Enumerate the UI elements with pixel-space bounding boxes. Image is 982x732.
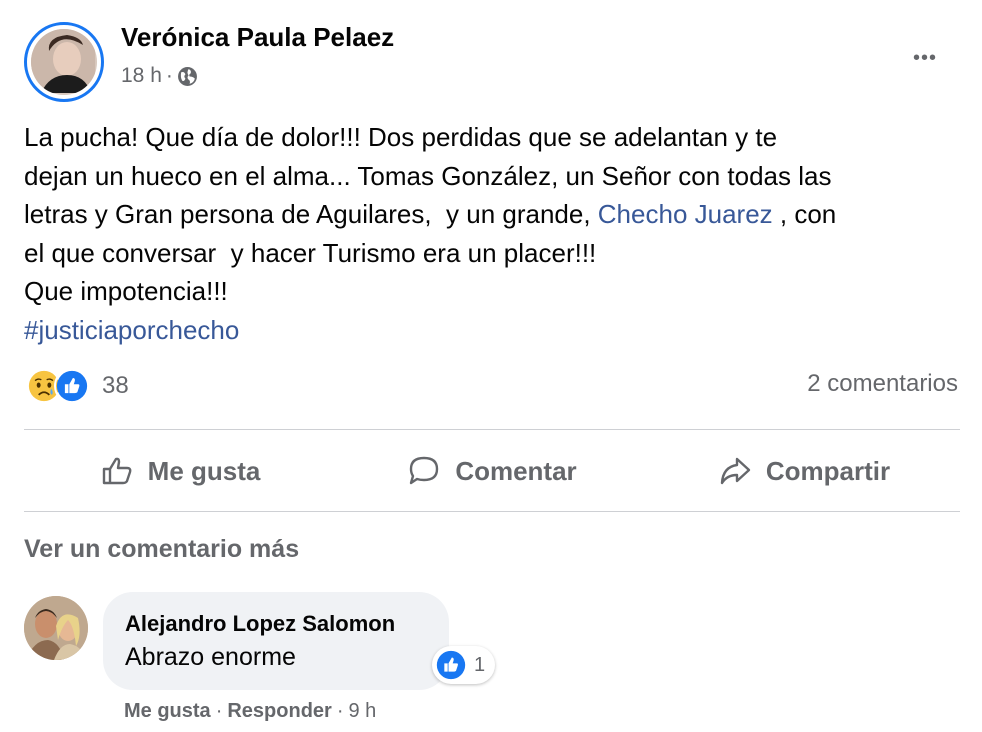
commenter-avatar[interactable] xyxy=(24,596,88,660)
comment-reactions[interactable]: 1 xyxy=(432,646,496,684)
comments-count-link[interactable]: 2 comentarios xyxy=(807,370,958,398)
like-label: Me gusta xyxy=(147,455,261,486)
like-icon xyxy=(436,650,466,680)
share-icon xyxy=(720,457,751,485)
comment-button[interactable]: Comentar xyxy=(336,432,648,510)
post-text-segment: letras y Gran persona de Aguilares, y un… xyxy=(24,199,598,229)
comment-time[interactable]: 9 h xyxy=(349,700,377,723)
divider-bottom xyxy=(24,511,960,512)
like-icon xyxy=(54,368,90,404)
thumbs-up-icon xyxy=(102,457,132,485)
post-text-line: letras y Gran persona de Aguilares, y un… xyxy=(24,195,954,234)
author-avatar[interactable] xyxy=(24,22,104,102)
share-button[interactable]: Compartir xyxy=(648,432,960,510)
post-text-line: La pucha! Que día de dolor!!! Dos perdid… xyxy=(24,122,778,152)
post-author-name[interactable]: Verónica Paula Pelaez xyxy=(121,22,394,53)
view-more-comments-link[interactable]: Ver un comentario más xyxy=(24,535,299,564)
post-text-line: el que conversar y hacer Turismo era un … xyxy=(24,237,597,268)
comment-icon xyxy=(410,456,439,485)
like-button[interactable]: Me gusta xyxy=(24,432,336,510)
more-options-button[interactable]: ••• xyxy=(900,40,950,76)
divider-top xyxy=(24,429,960,430)
more-dots-icon: ••• xyxy=(912,46,937,69)
comment-text: Abrazo enorme xyxy=(125,643,296,671)
reaction-count: 38 xyxy=(102,372,129,399)
globe-icon[interactable] xyxy=(177,66,198,87)
comment-label: Comentar xyxy=(455,455,577,486)
post-text: La pucha! Que día de dolor!!! Dos perdid… xyxy=(24,118,954,349)
post-actions-bar: Me gusta Comentar Compartir xyxy=(24,432,960,510)
reactions-summary[interactable]: 38 xyxy=(26,368,129,404)
share-label: Compartir xyxy=(765,455,891,486)
avatar-photo xyxy=(31,29,97,95)
post-text-line: Que impotencia!!! xyxy=(24,276,228,306)
comment-actions: Me gusta · Responder · 9 h xyxy=(124,700,376,723)
comment-reply-button[interactable]: Responder xyxy=(227,700,331,723)
post-meta: 18 h · xyxy=(121,64,198,88)
post-text-line: dejan un hueco en el alma... Tomas Gonzá… xyxy=(24,160,832,191)
comment-author-name[interactable]: Alejandro Lopez Salomon xyxy=(125,611,395,637)
facebook-post: Verónica Paula Pelaez 18 h · ••• La puch… xyxy=(0,0,982,732)
comment-like-button[interactable]: Me gusta xyxy=(124,700,211,723)
mention-link[interactable]: Checho Juarez xyxy=(598,199,773,229)
post-text-segment: , con xyxy=(772,199,837,229)
comment-separator: · xyxy=(336,700,344,722)
hashtag-link[interactable]: #justiciaporchecho xyxy=(24,311,954,350)
meta-separator: · xyxy=(165,64,173,87)
comment-separator: · xyxy=(215,700,223,722)
comment-bubble xyxy=(103,592,449,690)
comment-like-count: 1 xyxy=(474,653,486,676)
post-time[interactable]: 18 h xyxy=(121,64,162,88)
